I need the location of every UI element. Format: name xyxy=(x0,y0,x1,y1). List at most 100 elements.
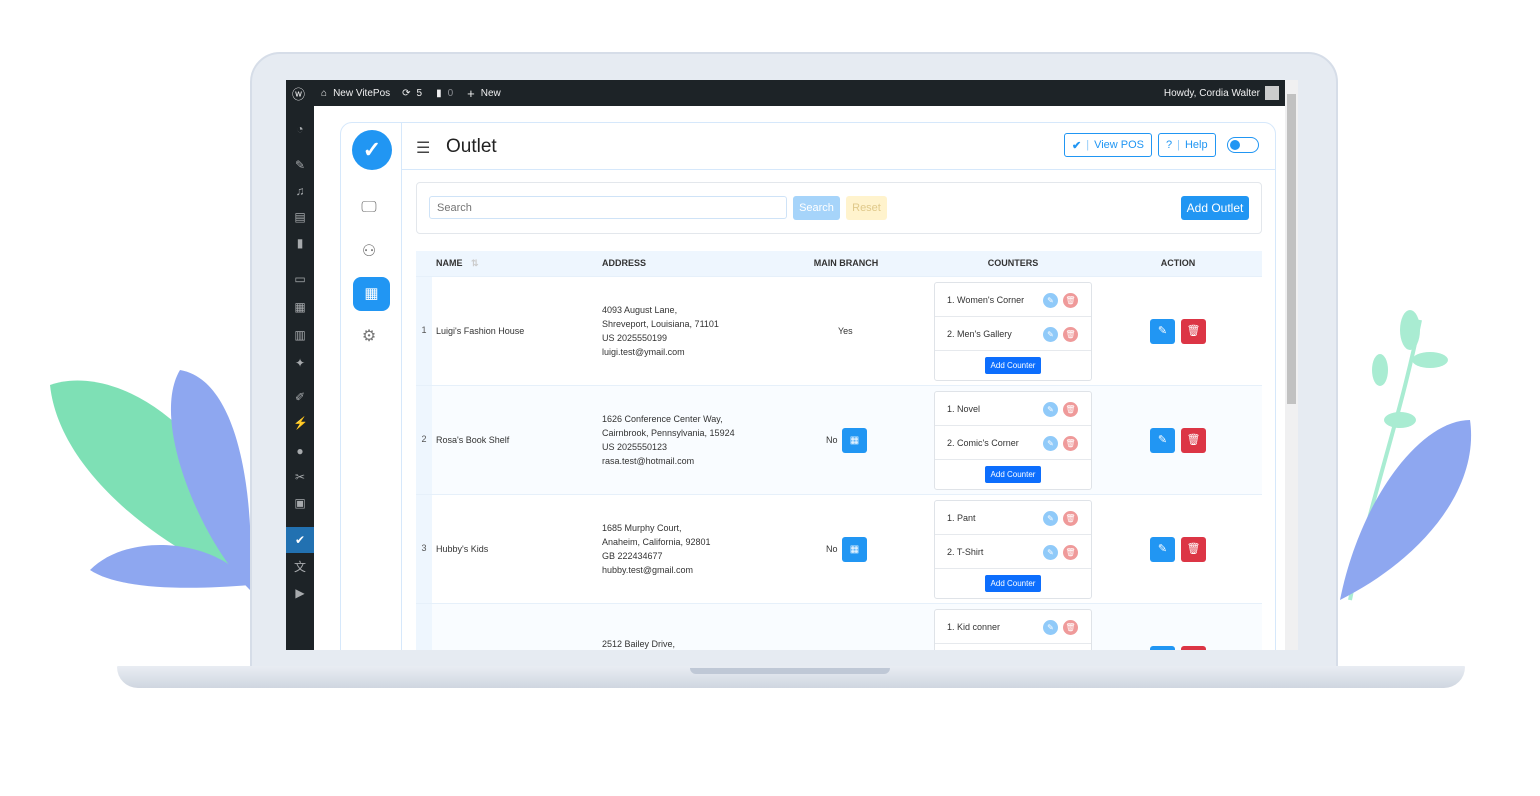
delete-counter-icon[interactable]: 🗑 xyxy=(1063,402,1078,417)
delete-counter-icon[interactable]: 🗑 xyxy=(1063,545,1078,560)
dashboard-icon[interactable]: ◔ xyxy=(293,122,307,136)
edit-counter-icon[interactable]: ✎ xyxy=(1043,545,1058,560)
comments-icon[interactable]: ▮ xyxy=(436,88,442,99)
tools-icon[interactable]: ✂ xyxy=(293,470,307,484)
wp-admin-menu: ◔ ✎ ♫ ▤ ▮ ▭ ▦ ▥ ✦ ✐ ⚡ ● ✂ ▣ ✔ 文 ▶ xyxy=(286,106,314,650)
sort-icon[interactable]: ⇅ xyxy=(471,258,479,268)
check-icon: ✔ xyxy=(1072,139,1082,152)
outlet-name: Rosa's Book Shelf xyxy=(436,435,510,445)
site-link[interactable]: New VitePos xyxy=(333,88,390,99)
search-input[interactable] xyxy=(429,196,787,219)
delete-outlet-button[interactable]: 🗑 xyxy=(1181,428,1206,453)
outlet-store-icon[interactable]: ▦ xyxy=(353,277,390,311)
products-icon[interactable]: ▦ xyxy=(293,300,307,314)
analytics-icon[interactable]: ▥ xyxy=(293,328,307,342)
scrollbar-thumb[interactable] xyxy=(1287,94,1296,404)
decorative-leaves-right xyxy=(1340,310,1472,601)
add-outlet-button[interactable]: Add Outlet xyxy=(1181,196,1249,220)
users-icon[interactable]: ● xyxy=(293,444,307,458)
play-icon[interactable]: ▶ xyxy=(293,586,307,600)
table-row: 1 Luigi's Fashion House 4093 August Lane, S… xyxy=(416,276,1262,385)
users-icon[interactable]: ⚇ xyxy=(358,241,380,263)
plugins-icon[interactable]: ⚡ xyxy=(293,416,308,430)
updates-count[interactable]: 5 xyxy=(417,88,423,99)
counter-item: 2. Men's Gallery ✎ 🗑 xyxy=(935,317,1091,351)
media-icon[interactable]: ♫ xyxy=(293,184,307,198)
question-icon: ? xyxy=(1166,139,1173,151)
vitepos-logo: ✓ xyxy=(352,130,392,170)
howdy-user[interactable]: Howdy, Cordia Walter xyxy=(1164,88,1260,99)
add-counter-button[interactable]: Add Counter xyxy=(985,575,1041,592)
edit-outlet-button[interactable]: ✎ xyxy=(1150,537,1175,562)
edit-outlet-button[interactable]: ✎ xyxy=(1150,646,1175,650)
make-main-branch-button[interactable]: ▦ xyxy=(842,537,867,562)
make-main-branch-button[interactable]: ▦ xyxy=(842,428,867,453)
col-action: ACTION xyxy=(1160,258,1196,268)
view-pos-label: View POS xyxy=(1094,139,1145,151)
counters-list: 1. Kid conner✎🗑Add Counter xyxy=(934,609,1092,650)
dark-mode-toggle[interactable] xyxy=(1227,137,1259,153)
row-index: 2 xyxy=(416,386,432,494)
dashboard-monitor-icon[interactable]: 🖵 xyxy=(358,197,380,219)
laptop-notch xyxy=(690,668,890,674)
add-counter-button[interactable]: Add Counter xyxy=(985,357,1041,374)
outlet-address: 1626 Conference Center Way, Cairnbrook, P… xyxy=(602,414,735,466)
edit-counter-icon[interactable]: ✎ xyxy=(1043,293,1058,308)
new-link[interactable]: New xyxy=(481,88,501,99)
edit-counter-icon[interactable]: ✎ xyxy=(1043,402,1058,417)
delete-counter-icon[interactable]: 🗑 xyxy=(1063,436,1078,451)
plus-icon: + xyxy=(467,85,475,101)
col-name[interactable]: NAME ⇅ xyxy=(436,251,479,276)
edit-outlet-button[interactable]: ✎ xyxy=(1150,428,1175,453)
decorative-leaves-left xyxy=(50,370,255,590)
wordpress-logo-icon[interactable]: ⓦ xyxy=(292,84,305,103)
table-row: 2512 Bailey Drive,1. Kid conner✎🗑Add Cou… xyxy=(416,603,1262,650)
outlet-name: Luigi's Fashion House xyxy=(436,326,525,336)
row-index: 3 xyxy=(416,495,432,603)
search-button[interactable]: Search xyxy=(793,196,840,220)
reset-button[interactable]: Reset xyxy=(846,196,887,220)
add-counter-button[interactable]: Add Counter xyxy=(985,466,1041,483)
settings-gear-icon[interactable]: ⚙ xyxy=(358,326,380,348)
delete-counter-icon[interactable]: 🗑 xyxy=(1063,511,1078,526)
delete-outlet-button[interactable]: 🗑 xyxy=(1181,537,1206,562)
col-main-branch: MAIN BRANCH xyxy=(813,258,879,268)
screen: ⓦ ⌂ New VitePos ⟳ 5 ▮ 0 + New Howdy, Cor… xyxy=(286,80,1298,650)
comments-icon[interactable]: ▮ xyxy=(293,236,307,250)
main-branch-value: No xyxy=(826,435,838,445)
edit-outlet-button[interactable]: ✎ xyxy=(1150,319,1175,344)
vitepos-icon[interactable]: ✔ xyxy=(293,533,307,547)
counter-item: 2. T-Shirt ✎ 🗑 xyxy=(935,535,1091,569)
avatar[interactable] xyxy=(1265,86,1279,100)
appearance-icon[interactable]: ✐ xyxy=(293,390,307,404)
hamburger-menu-icon[interactable]: ☰ xyxy=(416,138,430,158)
edit-counter-icon[interactable]: ✎ xyxy=(1043,327,1058,342)
delete-counter-icon[interactable]: 🗑 xyxy=(1063,293,1078,308)
settings-icon[interactable]: ▣ xyxy=(293,496,307,510)
outlet-address: 1685 Murphy Court, Anaheim, California, 9… xyxy=(602,523,711,575)
edit-counter-icon[interactable]: ✎ xyxy=(1043,511,1058,526)
outlet-address: 2512 Bailey Drive, xyxy=(602,639,676,649)
marketing-icon[interactable]: ✦ xyxy=(293,356,307,370)
counters-list: 1. Women's Corner ✎ 🗑 2. Men's Gallery ✎ 🗑 Add… xyxy=(934,282,1092,381)
delete-counter-icon[interactable]: 🗑 xyxy=(1063,620,1078,635)
moon-icon xyxy=(1230,140,1240,150)
counter-item: 1. Kid conner ✎ 🗑 xyxy=(935,610,1091,644)
edit-counter-icon[interactable]: ✎ xyxy=(1043,620,1058,635)
delete-outlet-button[interactable]: 🗑 xyxy=(1181,319,1206,344)
view-pos-button[interactable]: ✔ | View POS xyxy=(1064,133,1153,157)
delete-counter-icon[interactable]: 🗑 xyxy=(1063,327,1078,342)
woo-icon[interactable]: ▭ xyxy=(293,272,307,286)
comments-count[interactable]: 0 xyxy=(448,88,454,99)
col-counters: COUNTERS xyxy=(987,258,1039,268)
edit-counter-icon[interactable]: ✎ xyxy=(1043,436,1058,451)
table-row: 2 Rosa's Book Shelf 1626 Conference Center… xyxy=(416,385,1262,494)
delete-outlet-button[interactable]: 🗑 xyxy=(1181,646,1206,650)
updates-icon[interactable]: ⟳ xyxy=(402,88,410,99)
pin-icon[interactable]: ✎ xyxy=(293,158,307,172)
row-index xyxy=(416,604,432,650)
help-button[interactable]: ? | Help xyxy=(1158,133,1216,157)
row-index: 1 xyxy=(416,277,432,385)
translate-icon[interactable]: 文 xyxy=(293,560,307,574)
pages-icon[interactable]: ▤ xyxy=(293,210,307,224)
